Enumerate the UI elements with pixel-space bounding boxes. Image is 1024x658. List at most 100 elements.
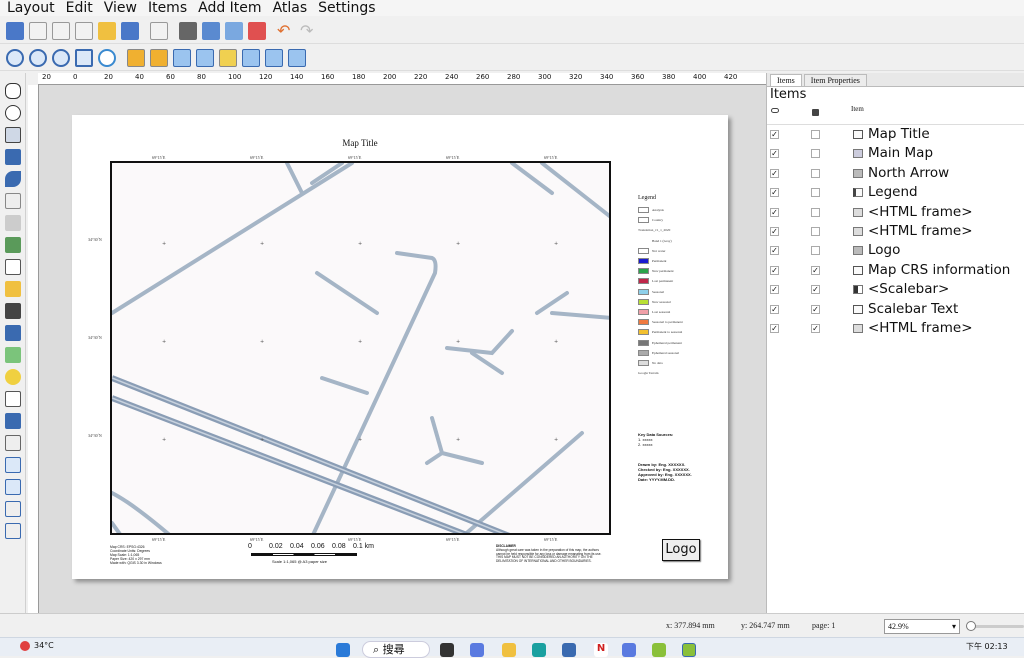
- duplicate-layout-icon[interactable]: [52, 21, 70, 40]
- store-icon[interactable]: [562, 643, 576, 657]
- netflix-icon[interactable]: N: [594, 643, 608, 657]
- scalebar[interactable]: [251, 553, 357, 556]
- export-image-icon[interactable]: [202, 21, 220, 40]
- align-left-icon[interactable]: [219, 48, 237, 67]
- visibility-checkbox[interactable]: ✓: [770, 323, 779, 333]
- move-content-icon[interactable]: [5, 149, 21, 165]
- zoom-tool-icon[interactable]: [5, 105, 21, 121]
- lock-checkbox[interactable]: [811, 130, 820, 139]
- add-legend-icon[interactable]: [5, 281, 21, 297]
- tab-items[interactable]: Items: [770, 74, 802, 86]
- add-north-arrow-icon[interactable]: [5, 325, 21, 341]
- item-row[interactable]: ✓ Map Title: [767, 125, 1024, 144]
- refresh-icon[interactable]: [98, 48, 116, 67]
- tab-item-properties[interactable]: Item Properties: [803, 74, 867, 86]
- edit-nodes-icon[interactable]: [5, 171, 21, 187]
- menu-view[interactable]: View: [104, 0, 137, 16]
- map-title[interactable]: Map Title: [72, 138, 648, 148]
- undo-icon[interactable]: ↶: [277, 21, 295, 40]
- distribute-icon[interactable]: [242, 48, 260, 67]
- visibility-checkbox[interactable]: ✓: [770, 265, 779, 275]
- add-shape-icon[interactable]: [5, 347, 21, 363]
- zoom-slider[interactable]: [966, 621, 1024, 631]
- lock-checkbox[interactable]: ✓: [811, 323, 820, 333]
- menu-settings[interactable]: Settings: [318, 0, 375, 16]
- add-fixed-table-icon[interactable]: [5, 479, 21, 495]
- taskbar-search[interactable]: ⌕ 搜尋: [362, 641, 430, 658]
- copilot-icon[interactable]: [470, 643, 484, 657]
- open-template-icon[interactable]: [98, 21, 116, 40]
- resize-icon[interactable]: [265, 48, 283, 67]
- menu-layout[interactable]: Layout: [7, 0, 55, 16]
- visibility-checkbox[interactable]: ✓: [770, 207, 779, 217]
- add-polyline-icon[interactable]: [5, 413, 21, 429]
- resize-narrow-icon[interactable]: [288, 48, 306, 67]
- save-icon[interactable]: [6, 21, 24, 40]
- clock[interactable]: 下午 02:13: [966, 641, 1008, 652]
- raise-items-icon[interactable]: [127, 48, 145, 67]
- ungroup-icon[interactable]: [196, 48, 214, 67]
- new-layout-icon[interactable]: [29, 21, 47, 40]
- item-row[interactable]: ✓ North Arrow: [767, 164, 1024, 183]
- qgis-icon[interactable]: [652, 643, 666, 657]
- weather-icon[interactable]: [20, 641, 30, 651]
- visibility-checkbox[interactable]: ✓: [770, 130, 779, 139]
- windows-start-icon[interactable]: [336, 643, 350, 657]
- disclaimer[interactable]: DISCLAIMER Although great care was taken…: [496, 544, 601, 564]
- menu-atlas[interactable]: Atlas: [273, 0, 308, 16]
- logo[interactable]: Logo: [662, 539, 700, 561]
- zoom-slider-handle[interactable]: [966, 621, 976, 631]
- add-label-icon[interactable]: [5, 259, 21, 275]
- item-row[interactable]: ✓ Main Map: [767, 144, 1024, 163]
- redo-icon[interactable]: ↷: [300, 21, 318, 40]
- lock-checkbox[interactable]: [811, 226, 820, 236]
- add-map-icon[interactable]: [5, 193, 21, 209]
- item-row[interactable]: ✓ ✓ Scalebar Text: [767, 300, 1024, 319]
- key-data-sources[interactable]: Key Data Sources: 1. xxxxx 2. xxxxx: [638, 432, 673, 447]
- item-row[interactable]: ✓ ✓ <HTML frame>: [767, 319, 1024, 338]
- item-row[interactable]: ✓ ✓ Map CRS information: [767, 261, 1024, 280]
- save-template-icon[interactable]: [121, 21, 139, 40]
- select-icon[interactable]: [5, 127, 21, 143]
- visibility-checkbox[interactable]: ✓: [770, 304, 779, 314]
- lock-checkbox[interactable]: [811, 149, 820, 159]
- visibility-checkbox[interactable]: ✓: [770, 285, 779, 295]
- item-row[interactable]: ✓ Logo: [767, 241, 1024, 260]
- layout-manager-icon[interactable]: [75, 21, 93, 40]
- add-chart-icon[interactable]: [5, 523, 21, 539]
- map-crs-information[interactable]: Map CRS: EPSG:4326 Coordinate Units: Deg…: [110, 545, 162, 565]
- export-svg-icon[interactable]: [225, 21, 243, 40]
- visibility-checkbox[interactable]: ✓: [770, 168, 779, 178]
- add-arrow-icon[interactable]: [5, 391, 21, 407]
- item-row[interactable]: ✓ <HTML frame>: [767, 222, 1024, 241]
- menu-add-item[interactable]: Add Item: [198, 0, 261, 16]
- group-icon[interactable]: [173, 48, 191, 67]
- visibility-checkbox[interactable]: ✓: [770, 149, 779, 159]
- visibility-checkbox[interactable]: ✓: [770, 226, 779, 236]
- lock-checkbox[interactable]: [811, 246, 820, 256]
- add-attribute-table-icon[interactable]: [5, 457, 21, 473]
- layout-canvas[interactable]: Map Title 69°15´E 69°15´E 69°15´E 69°15´E 69…: [39, 85, 766, 613]
- main-map[interactable]: + + + + + + + + + + + + + + +: [110, 161, 611, 535]
- zoom-in-icon[interactable]: [6, 48, 24, 67]
- menu-edit[interactable]: Edit: [66, 0, 93, 16]
- zoom-full-icon[interactable]: [75, 48, 93, 67]
- lock-checkbox[interactable]: [811, 188, 820, 198]
- add-3d-map-icon[interactable]: [5, 215, 21, 231]
- zoom-actual-icon[interactable]: [52, 48, 70, 67]
- visibility-checkbox[interactable]: ✓: [770, 188, 779, 198]
- item-row[interactable]: ✓ <HTML frame>: [767, 203, 1024, 222]
- qgis-layout-icon[interactable]: [682, 643, 696, 657]
- legend[interactable]: Legend Analysis Country Translation_v1_1_2…: [638, 195, 724, 378]
- lower-items-icon[interactable]: [150, 48, 168, 67]
- credits-block[interactable]: Drawn by: Eng. XXXXXX. Checked by: Eng. …: [638, 462, 692, 482]
- pan-icon[interactable]: [5, 83, 21, 99]
- print-icon[interactable]: [179, 21, 197, 40]
- item-row[interactable]: ✓ ✓ <Scalebar>: [767, 280, 1024, 299]
- lock-checkbox[interactable]: [811, 207, 820, 217]
- add-elevation-profile-icon[interactable]: [5, 501, 21, 517]
- add-scalebar-icon[interactable]: [5, 303, 21, 319]
- menu-items[interactable]: Items: [148, 0, 187, 16]
- add-picture-icon[interactable]: [5, 237, 21, 253]
- lock-checkbox[interactable]: [811, 168, 820, 178]
